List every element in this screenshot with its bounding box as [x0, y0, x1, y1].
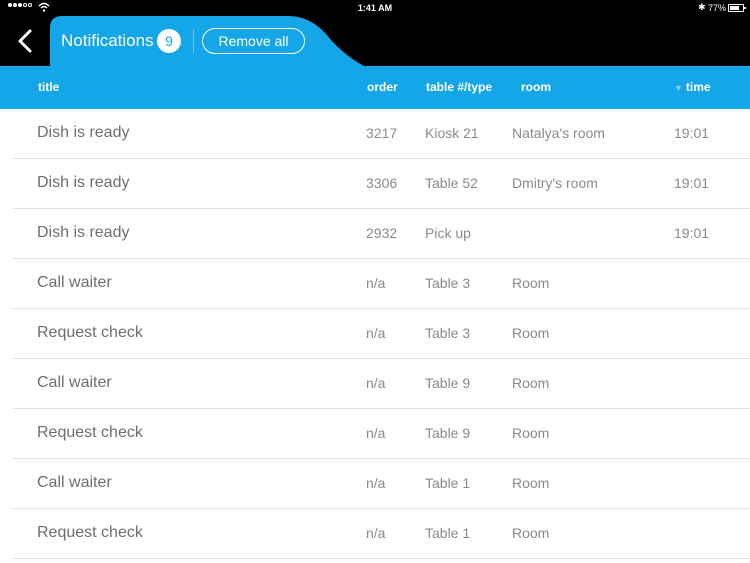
- row-order: n/a: [366, 325, 386, 341]
- column-header-time[interactable]: ▼ time: [674, 80, 711, 94]
- row-table: Table 52: [425, 175, 478, 191]
- row-title: Request check: [37, 424, 143, 441]
- row-table: Table 1: [425, 525, 471, 541]
- divider: [193, 29, 194, 53]
- table-row[interactable]: Request check n/a Table 3 Room: [12, 309, 750, 359]
- row-title: Call waiter: [37, 274, 112, 291]
- row-table: Table 9: [425, 375, 471, 391]
- row-table: Table 1: [425, 475, 471, 491]
- row-order: n/a: [366, 375, 386, 391]
- top-bar: 1:41 AM ✱ 77% Notifications 9 Remove all: [0, 0, 750, 66]
- row-order: n/a: [366, 475, 386, 491]
- row-title: Dish is ready: [37, 224, 130, 241]
- table-header: title order table #/type room ▼ time: [0, 66, 750, 109]
- row-order: 3306: [366, 175, 398, 191]
- sort-down-triangle-icon: ▼: [674, 83, 683, 93]
- table-row[interactable]: Request check n/a Table 9 Room: [12, 409, 750, 459]
- notifications-list: Dish is ready 3217 Kiosk 21 Natalya's ro…: [0, 109, 750, 559]
- row-title: Dish is ready: [37, 174, 130, 191]
- row-order: n/a: [366, 525, 386, 541]
- column-header-time-label: time: [685, 80, 711, 94]
- table-row[interactable]: Call waiter n/a Table 9 Room: [12, 359, 750, 409]
- column-header-table[interactable]: table #/type: [426, 80, 492, 94]
- table-row[interactable]: Dish is ready 3217 Kiosk 21 Natalya's ro…: [12, 109, 750, 159]
- row-title: Request check: [37, 524, 143, 541]
- row-time: 19:01: [674, 225, 710, 241]
- row-title: Request check: [37, 324, 143, 341]
- row-order: n/a: [366, 425, 386, 441]
- row-time: 19:01: [674, 125, 710, 141]
- row-room: Room: [512, 275, 550, 291]
- notification-count-badge: 9: [157, 29, 181, 53]
- table-row[interactable]: Dish is ready 2932 Pick up 19:01: [12, 209, 750, 259]
- row-time: 19:01: [674, 175, 710, 191]
- row-table: Table 3: [425, 325, 471, 341]
- row-order: n/a: [366, 275, 386, 291]
- row-title: Dish is ready: [37, 124, 130, 141]
- row-table: Table 9: [425, 425, 471, 441]
- column-header-title[interactable]: title: [38, 80, 59, 94]
- table-row[interactable]: Call waiter n/a Table 3 Room: [12, 259, 750, 309]
- row-table: Kiosk 21: [425, 125, 479, 141]
- table-row[interactable]: Request check n/a Table 1 Room: [12, 509, 750, 559]
- page-title: Notifications: [61, 31, 154, 50]
- row-title: Call waiter: [37, 374, 112, 391]
- row-room: Natalya's room: [512, 125, 605, 141]
- row-table: Pick up: [425, 225, 471, 241]
- table-row[interactable]: Call waiter n/a Table 1 Room: [12, 459, 750, 509]
- chevron-left-icon: [18, 29, 32, 53]
- row-room: Room: [512, 525, 550, 541]
- column-header-order[interactable]: order: [367, 80, 398, 94]
- row-room: Dmitry's room: [512, 175, 598, 191]
- back-button[interactable]: [13, 28, 37, 54]
- row-title: Call waiter: [37, 474, 112, 491]
- row-room: Room: [512, 325, 550, 341]
- column-header-room[interactable]: room: [521, 80, 551, 94]
- row-table: Table 3: [425, 275, 471, 291]
- row-room: Room: [512, 425, 550, 441]
- row-order: 3217: [366, 125, 398, 141]
- table-row[interactable]: Dish is ready 3306 Table 52 Dmitry's roo…: [12, 159, 750, 209]
- row-room: Room: [512, 475, 550, 491]
- row-order: 2932: [366, 225, 398, 241]
- row-room: Room: [512, 375, 550, 391]
- remove-all-button[interactable]: Remove all: [202, 28, 305, 54]
